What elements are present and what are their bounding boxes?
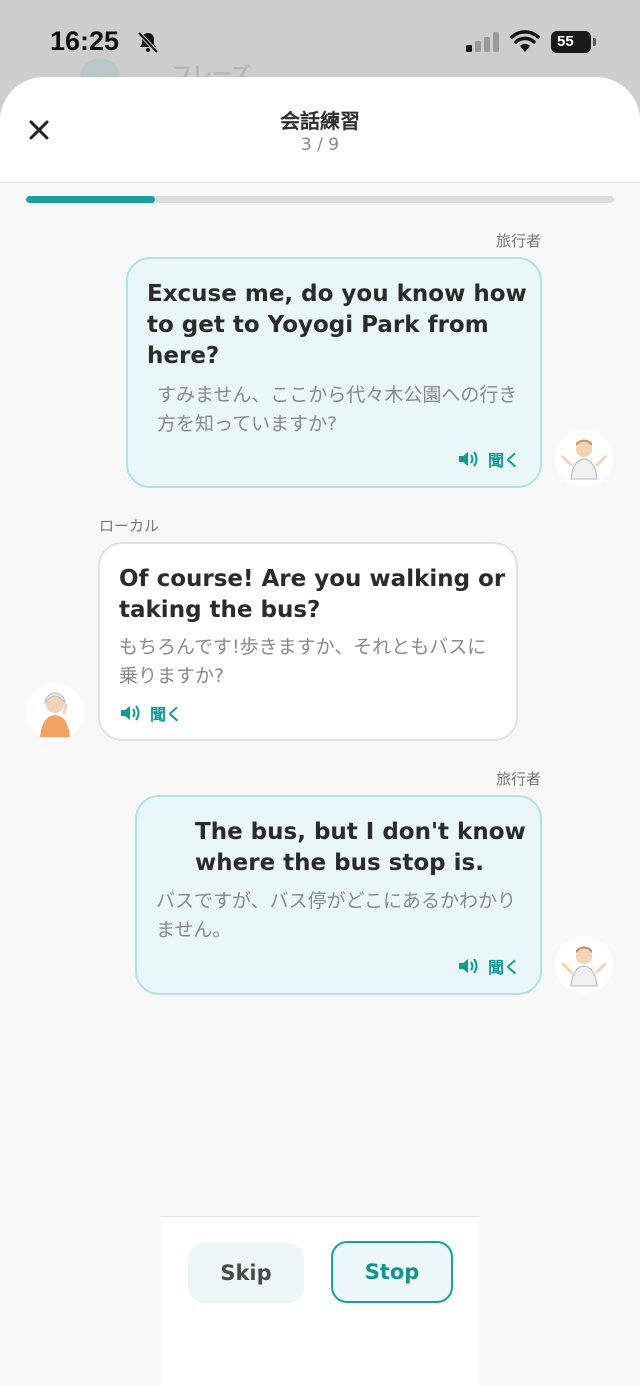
wifi-icon — [510, 30, 540, 52]
speaker-label-traveler: 旅行者 — [495, 232, 541, 250]
message-english: The bus, but I don't know where the bus … — [195, 819, 526, 876]
message-bubble: Of course! Are you walking or taking the… — [98, 542, 518, 741]
message-bubble: The bus, but I don't know where the bus … — [135, 795, 542, 995]
battery-icon: 55 — [551, 31, 596, 53]
message-japanese: バスですが、バス停がどこにあるかわかりません。 — [156, 890, 517, 941]
page-title: 会話練習 — [280, 109, 360, 133]
message-english: Excuse me, do you know how to get to Yoy… — [147, 281, 527, 369]
status-bar: フレーズ 16:25 55 — [0, 0, 640, 86]
signal-icon — [466, 32, 499, 52]
listen-label: 聞く — [150, 705, 183, 724]
progress-bar-fill — [26, 196, 156, 203]
progress-bar — [26, 196, 614, 203]
traveler-avatar — [555, 429, 613, 487]
listen-button[interactable]: 聞く — [120, 701, 182, 725]
speaker-label-traveler: 旅行者 — [495, 770, 541, 788]
traveler-avatar — [555, 936, 613, 994]
message-english: Of course! Are you walking or taking the… — [119, 566, 506, 623]
message-bubble: Excuse me, do you know how to get to Yoy… — [126, 257, 542, 488]
bell-muted-icon — [137, 31, 159, 54]
speaker-label-local: ローカル — [99, 517, 160, 535]
status-time: 16:25 — [50, 26, 120, 56]
local-avatar — [26, 683, 84, 741]
stop-button[interactable]: Stop — [331, 1241, 453, 1303]
bottom-controls: Skip Stop — [161, 1216, 479, 1385]
progress-counter: 3 / 9 — [300, 135, 340, 155]
skip-button[interactable]: Skip — [188, 1243, 304, 1303]
listen-label: 聞く — [487, 451, 520, 470]
conversation-sheet: 会話練習 3 / 9 旅行者 Excuse me, do you know ho… — [0, 77, 640, 1385]
message-japanese: もちろんです!歩きますか、それともバスに乗りますか? — [119, 636, 487, 687]
speaker-icon — [458, 451, 478, 467]
listen-label: 聞く — [487, 958, 520, 977]
sheet-header: 会話練習 3 / 9 — [0, 77, 640, 183]
message-japanese: すみません、ここから代々木公園への行き方を知っていますか? — [157, 384, 518, 435]
speaker-icon — [121, 705, 140, 721]
listen-button[interactable]: 聞く — [458, 954, 520, 978]
battery-level: 55 — [557, 33, 574, 50]
listen-button[interactable]: 聞く — [458, 447, 520, 471]
speaker-icon — [458, 958, 478, 974]
